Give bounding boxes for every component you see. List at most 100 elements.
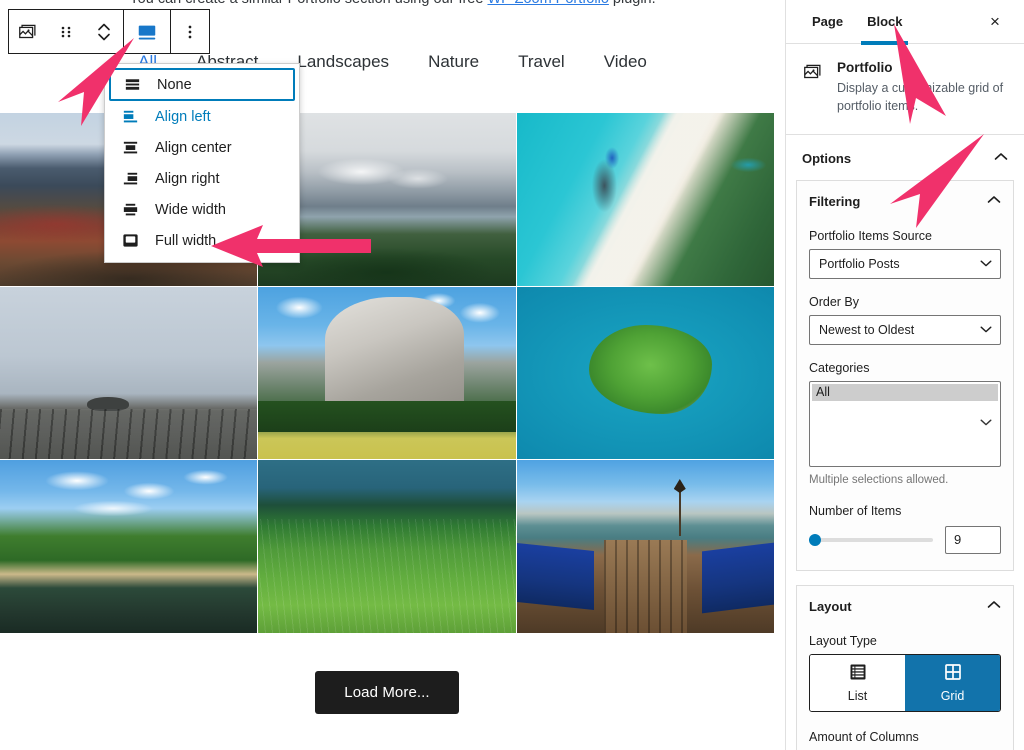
- portfolio-image-dock: [0, 287, 257, 460]
- order-by-select[interactable]: Newest to Oldest: [809, 315, 1001, 345]
- layout-option-label: Grid: [941, 689, 965, 703]
- toolbar-group-block: [9, 10, 123, 53]
- portfolio-item[interactable]: [517, 287, 774, 460]
- move-up-down-icon[interactable]: [85, 10, 123, 53]
- layout-option-grid[interactable]: Grid: [905, 655, 1000, 711]
- filtering-panel-title: Filtering: [809, 194, 860, 209]
- chevron-up-icon: [987, 195, 1001, 208]
- align-wide-icon: [119, 200, 141, 219]
- align-option-align-right[interactable]: Align right: [105, 163, 299, 194]
- block-toolbar: [8, 9, 210, 54]
- filter-tab-travel[interactable]: Travel: [518, 52, 565, 72]
- order-by-field-label: Order By: [809, 295, 1001, 309]
- category-option-all[interactable]: All: [812, 384, 998, 401]
- align-center-icon: [119, 138, 141, 157]
- layout-panel-header[interactable]: Layout: [797, 586, 1013, 624]
- portfolio-item[interactable]: [258, 460, 515, 633]
- intro-paragraph: You can create a similar Portfolio secti…: [0, 0, 785, 7]
- align-option-wide-width[interactable]: Wide width: [105, 194, 299, 225]
- categories-field-label: Categories: [809, 361, 1001, 375]
- number-of-items-label: Number of Items: [809, 504, 1001, 518]
- alignment-dropdown-menu: None Align left Align center: [104, 63, 300, 263]
- align-right-icon: [119, 169, 141, 188]
- grid-layout-icon: [943, 662, 963, 685]
- layout-panel: Layout Layout Type: [796, 585, 1014, 750]
- chevron-up-icon: [994, 152, 1008, 165]
- source-field-label: Portfolio Items Source: [809, 229, 1001, 243]
- source-selected-value: Portfolio Posts: [819, 257, 980, 271]
- slider-thumb[interactable]: [809, 534, 821, 546]
- align-option-label: None: [157, 77, 192, 93]
- layout-type-segmented-control: List Grid: [809, 654, 1001, 712]
- align-option-align-center[interactable]: Align center: [105, 132, 299, 163]
- tab-block[interactable]: Block: [855, 0, 914, 44]
- filtering-panel-body: Portfolio Items Source Portfolio Posts O…: [797, 229, 1013, 570]
- layout-type-label: Layout Type: [809, 634, 1001, 648]
- align-option-label: Full width: [155, 233, 216, 249]
- portfolio-item[interactable]: [0, 287, 257, 460]
- order-selected-value: Newest to Oldest: [819, 323, 980, 337]
- layout-option-list[interactable]: List: [810, 655, 905, 711]
- chevron-down-icon: [980, 257, 992, 271]
- align-option-none[interactable]: None: [109, 68, 295, 101]
- portfolio-item[interactable]: [517, 460, 774, 633]
- close-icon[interactable]: ×: [980, 7, 1010, 37]
- filter-tab-landscapes[interactable]: Landscapes: [297, 52, 389, 72]
- portfolio-image-beach-aerial: [517, 113, 774, 286]
- portfolio-gallery-icon: [802, 60, 826, 116]
- portfolio-image-island: [517, 287, 774, 460]
- portfolio-items-source-select[interactable]: Portfolio Posts: [809, 249, 1001, 279]
- filtering-panel-header[interactable]: Filtering: [797, 181, 1013, 219]
- options-panel-header[interactable]: Options: [786, 135, 1024, 180]
- align-left-icon: [119, 107, 141, 126]
- align-full-icon: [119, 231, 141, 250]
- slider-track: [809, 538, 933, 542]
- options-panel-title: Options: [802, 151, 851, 166]
- filter-tab-nature[interactable]: Nature: [428, 52, 479, 72]
- align-option-label: Align center: [155, 140, 232, 156]
- block-settings-sidebar: Page Block × Portfolio Display a customi…: [785, 0, 1024, 750]
- layout-option-label: List: [848, 689, 867, 703]
- list-layout-icon: [848, 662, 868, 685]
- portfolio-gallery-icon[interactable]: [9, 10, 47, 53]
- chevron-up-icon: [987, 600, 1001, 613]
- number-of-items-control: [809, 526, 1001, 554]
- align-none-icon: [121, 75, 143, 94]
- filter-tab-video[interactable]: Video: [604, 52, 647, 72]
- categories-help-text: Multiple selections allowed.: [809, 474, 1001, 486]
- load-more-container: Load More...: [0, 671, 774, 714]
- toolbar-group-align: [124, 10, 170, 53]
- number-of-items-slider[interactable]: [809, 531, 933, 549]
- tab-page[interactable]: Page: [800, 0, 855, 44]
- portfolio-image-grass: [258, 460, 515, 633]
- number-of-items-input[interactable]: [945, 526, 1001, 554]
- layout-panel-body: Layout Type: [797, 634, 1013, 750]
- full-width-align-icon[interactable]: [124, 10, 170, 53]
- align-option-full-width[interactable]: Full width: [105, 225, 299, 256]
- categories-listbox[interactable]: All: [809, 381, 1001, 467]
- drag-handle-icon[interactable]: [47, 10, 85, 53]
- intro-text-before: You can create a similar Portfolio secti…: [129, 0, 487, 7]
- align-option-label: Align left: [155, 109, 211, 125]
- block-card-description: Display a customizable grid of portfolio…: [837, 80, 1008, 116]
- more-options-icon[interactable]: [171, 10, 209, 53]
- block-info-card: Portfolio Display a customizable grid of…: [786, 44, 1024, 135]
- amount-of-columns-label: Amount of Columns: [809, 730, 1001, 744]
- align-option-align-left[interactable]: Align left: [105, 101, 299, 132]
- editor-screen: You can create a similar Portfolio secti…: [0, 0, 1024, 750]
- portfolio-item[interactable]: [0, 460, 257, 633]
- portfolio-image-el-capitan: [258, 287, 515, 460]
- toolbar-group-more: [171, 10, 209, 53]
- portfolio-item[interactable]: [258, 287, 515, 460]
- load-more-button[interactable]: Load More...: [315, 671, 458, 714]
- portfolio-item[interactable]: [517, 113, 774, 286]
- intro-text-after: plugin.: [609, 0, 656, 7]
- align-option-label: Wide width: [155, 202, 226, 218]
- chevron-down-icon: [980, 418, 992, 430]
- sidebar-tablist: Page Block ×: [786, 0, 1024, 44]
- chevron-down-icon: [980, 323, 992, 337]
- layout-panel-title: Layout: [809, 599, 852, 614]
- block-card-title: Portfolio: [837, 60, 1008, 75]
- filtering-panel: Filtering Portfolio Items Source Portfol…: [796, 180, 1014, 571]
- wpzoom-portfolio-link[interactable]: WP Zoom Portfolio: [487, 0, 608, 7]
